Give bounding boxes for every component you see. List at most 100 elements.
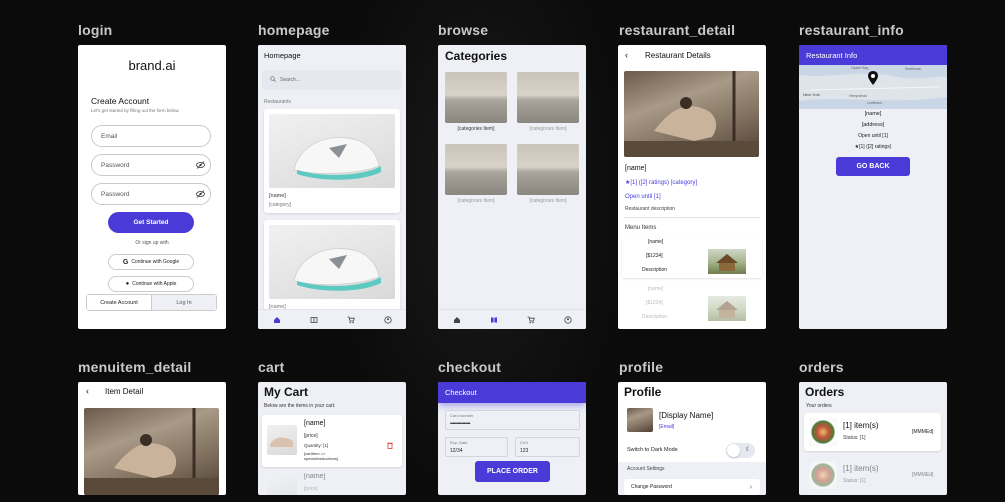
category-label: [categories Item] [529, 126, 567, 132]
screen-title-homepage: homepage [258, 22, 330, 38]
category-image [517, 72, 579, 123]
home-icon[interactable] [272, 315, 282, 325]
my-cart-title: My Cart [264, 385, 309, 399]
exp-date-field[interactable]: Exp. Date 12/34 [445, 437, 508, 457]
cart-item-card[interactable]: [name] [price] Quantity: [1] [cartItem =… [262, 415, 402, 467]
restaurant-details-title: Restaurant Details [645, 51, 711, 60]
exp-date-label: Exp. Date [450, 440, 468, 445]
orders-screen: Orders Your orders [1] item(s) Status: [… [799, 382, 947, 495]
back-arrow-icon[interactable]: ‹ [86, 386, 89, 396]
avatar[interactable] [627, 408, 653, 432]
restaurant-name: [name] [625, 165, 647, 172]
card-number-value: •••••••••••••••• [450, 421, 471, 427]
screen-title-profile: profile [619, 359, 664, 375]
cart-item-name: [name] [304, 473, 326, 480]
tab-create-account[interactable]: Create Account [87, 295, 152, 310]
card-number-field[interactable]: Card number •••••••••••••••• [445, 410, 580, 430]
checkout-header: Checkout [438, 382, 586, 403]
map-label: New York [803, 92, 820, 97]
cart-item-instructions: [cartItem => specialInstructions] [304, 451, 339, 461]
bottom-nav [258, 309, 406, 329]
menu-item-price: [$1234] [646, 300, 663, 306]
password-placeholder: Password [101, 161, 130, 169]
category-link[interactable]: [category] [671, 180, 697, 186]
get-started-button[interactable]: Get Started [108, 212, 194, 233]
display-name: [Display Name] [659, 411, 714, 420]
menu-item-name: [name] [648, 286, 664, 292]
eye-off-icon[interactable] [196, 161, 205, 171]
cvv-field[interactable]: CVV 123 [515, 437, 580, 457]
chevron-right-icon: › [749, 483, 752, 491]
cart-item-card[interactable]: [name] [price] [262, 471, 402, 495]
restaurant-image [269, 225, 395, 299]
order-status: Status: [1] [843, 478, 866, 484]
account-settings-label: Account Settings [627, 466, 665, 472]
tab-log-in[interactable]: Log In [152, 295, 216, 310]
card-number-label: Card number [450, 413, 474, 418]
screen-title-restaurant-detail: restaurant_detail [619, 22, 736, 38]
password-field[interactable]: Password [91, 154, 211, 176]
map-icon[interactable] [309, 315, 319, 325]
toggle-knob [727, 444, 740, 457]
category-item[interactable]: [categories Item] [517, 72, 579, 134]
search-input[interactable]: Search... [262, 70, 402, 90]
home-icon[interactable] [452, 315, 462, 325]
restaurant-name: [name] [864, 111, 882, 117]
profile-icon[interactable] [563, 315, 573, 325]
restaurant-info-header: Restaurant Info [799, 45, 947, 65]
category-item[interactable]: [categories Item] [445, 72, 507, 134]
category-item[interactable]: [categories Item] [445, 144, 507, 206]
screen-title-orders: orders [799, 359, 844, 375]
order-image [809, 418, 837, 446]
bottom-nav [438, 309, 586, 329]
email-field[interactable]: Email [91, 125, 211, 147]
order-card[interactable]: [1] item(s) Status: [1] [MMMEd] [804, 456, 941, 494]
menu-item-image [708, 296, 746, 321]
restaurant-info-screen: Restaurant Info Oyster Bay New York Hemp… [799, 45, 947, 329]
brand-logo: brand.ai [128, 58, 176, 73]
screen-title-menuitem-detail: menuitem_detail [78, 359, 192, 375]
google-signin-button[interactable]: G Continue with Google [108, 254, 194, 270]
eye-off-icon[interactable] [196, 190, 205, 200]
cart-item-image [267, 477, 297, 495]
place-order-button[interactable]: PLACE ORDER [475, 461, 550, 482]
order-card[interactable]: [1] item(s) Status: [1] [MMMEd] [804, 413, 941, 451]
homepage-screen: Homepage Search... Restaurants [name] [c… [258, 45, 406, 329]
search-placeholder: Search... [280, 77, 301, 83]
category-image [517, 144, 579, 195]
homepage-header: Homepage [258, 45, 406, 65]
apple-signin-button[interactable]: ● Continue with Apple [108, 276, 194, 292]
cart-icon[interactable] [526, 315, 536, 325]
menuitem-detail-screen: ‹ Item Detail [78, 382, 226, 495]
moon-icon: ☾ [745, 447, 751, 453]
apple-icon: ● [125, 281, 130, 287]
confirm-password-field[interactable]: Password [91, 183, 211, 205]
cart-item-image [267, 425, 297, 455]
restaurant-description: Restaurant description [625, 206, 676, 212]
item-detail-title: Item Detail [105, 387, 144, 396]
restaurant-card[interactable]: [name] [264, 220, 400, 315]
cart-screen: My Cart Below are the items in your cart… [258, 382, 406, 495]
map-view[interactable]: Oyster Bay New York Hempstead Levittown … [799, 65, 947, 109]
restaurant-card[interactable]: [name] [category] [264, 109, 400, 213]
categories-title: Categories [445, 49, 508, 63]
change-password-row[interactable]: Change Password › [624, 479, 760, 495]
confirm-password-placeholder: Password [101, 190, 130, 198]
dark-mode-toggle[interactable]: ☾ [726, 443, 755, 458]
open-until-text: Open until [1] [858, 133, 888, 139]
delete-icon[interactable] [387, 436, 393, 454]
cart-item-quantity: Quantity: [1] [304, 443, 329, 448]
rating-value: ★[1] ([2] ratings) [625, 180, 670, 186]
restaurant-detail-screen: ‹ Restaurant Details [name] ★[1] ([2] ra… [618, 45, 766, 329]
map-icon[interactable] [489, 315, 499, 325]
category-item[interactable]: [categories Item] [517, 144, 579, 206]
menu-item-card[interactable]: [name] [$1234] Description [622, 282, 762, 327]
cart-icon[interactable] [346, 315, 356, 325]
menu-item-card[interactable]: [name] [$1234] Description [622, 235, 762, 278]
go-back-button[interactable]: GO BACK [836, 157, 910, 176]
profile-icon[interactable] [383, 315, 393, 325]
back-arrow-icon[interactable]: ‹ [625, 50, 628, 60]
change-password-label: Change Password [631, 484, 672, 490]
restaurant-name: [name] [269, 193, 286, 199]
google-icon: G [122, 258, 129, 266]
